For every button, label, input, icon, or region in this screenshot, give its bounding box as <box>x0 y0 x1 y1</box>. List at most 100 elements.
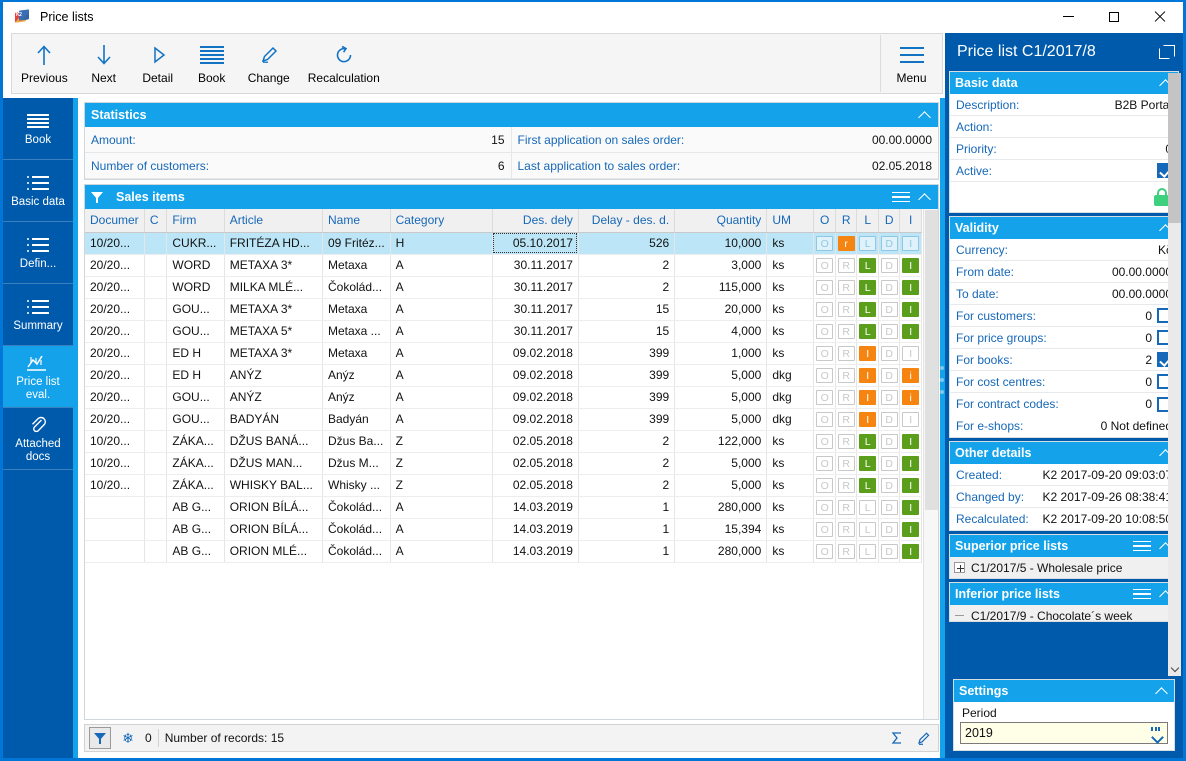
cell-document[interactable]: 20/20... <box>85 408 145 431</box>
cell-delay[interactable]: 399 <box>578 408 676 431</box>
cell-flag-o[interactable]: O <box>813 452 836 475</box>
cell-quantity[interactable]: 10,000 <box>674 232 768 255</box>
cell-name[interactable]: Anýz <box>322 364 391 387</box>
cell-delay[interactable]: 15 <box>578 320 676 343</box>
cell-firm[interactable]: GOU... <box>166 298 225 321</box>
cell-flag-d[interactable]: D <box>878 232 901 255</box>
cell-c[interactable] <box>144 430 168 453</box>
sidebar-item-basic-data[interactable]: Basic data <box>3 160 73 222</box>
cell-um[interactable]: ks <box>766 518 815 541</box>
sidebar-item-summary[interactable]: Summary <box>3 284 73 346</box>
edit-button[interactable] <box>912 727 934 749</box>
cell-c[interactable] <box>144 496 168 519</box>
col-firm[interactable]: Firm <box>166 209 225 233</box>
cell-document[interactable]: 20/20... <box>85 364 145 387</box>
cell-flag-r[interactable]: R <box>835 430 858 453</box>
table-row[interactable]: AB G... ORION BÍLÁ... Čokolád... A 14.03.201… <box>85 518 922 541</box>
cell-flag-d[interactable]: D <box>878 408 901 431</box>
splitter-handle[interactable] <box>940 366 944 394</box>
cell-flag-d[interactable]: D <box>878 518 901 541</box>
hamburger-icon[interactable] <box>1133 588 1151 600</box>
cell-name[interactable]: Metaxa <box>322 298 391 321</box>
table-row[interactable]: AB G... ORION MLÉ... Čokolád... A 14.03.2019… <box>85 540 922 563</box>
grid-scrollbar-thumb[interactable] <box>925 210 938 510</box>
cell-category[interactable]: A <box>390 408 493 431</box>
cell-firm[interactable]: GOU... <box>166 408 225 431</box>
cell-article[interactable]: ANÝZ <box>224 364 324 387</box>
cell-des-dely[interactable]: 14.03.2019 <box>492 496 579 519</box>
cell-flag-l[interactable]: L <box>856 518 879 541</box>
cell-flag-i[interactable]: I <box>899 232 922 255</box>
minimize-button[interactable] <box>1045 2 1091 31</box>
table-row[interactable]: 10/20... ZÁKA... WHISKY BAL... Whisky ... Z 0… <box>85 474 922 497</box>
cell-flag-l[interactable]: I <box>856 408 879 431</box>
cell-flag-i[interactable]: i <box>899 386 922 409</box>
cell-quantity[interactable]: 5,000 <box>674 386 768 409</box>
cell-c[interactable] <box>144 386 168 409</box>
cell-flag-d[interactable]: D <box>878 320 901 343</box>
cell-flag-i[interactable]: I <box>899 254 922 277</box>
cell-quantity[interactable]: 20,000 <box>674 298 768 321</box>
col-category[interactable]: Category <box>390 209 493 233</box>
cell-um[interactable]: ks <box>766 496 815 519</box>
cell-c[interactable] <box>144 254 168 277</box>
cell-c[interactable] <box>144 276 168 299</box>
popout-icon[interactable] <box>1159 45 1175 59</box>
cell-name[interactable]: Badyán <box>322 408 391 431</box>
cell-article[interactable]: METAXA 3* <box>224 254 324 277</box>
col-document[interactable]: Documer <box>85 209 145 233</box>
cell-flag-o[interactable]: O <box>813 408 836 431</box>
sidebar-item-definitions[interactable]: Defin... <box>3 222 73 284</box>
expand-icon[interactable] <box>954 562 965 573</box>
detail-button[interactable]: Detail <box>131 35 185 92</box>
cell-flag-r[interactable]: R <box>835 254 858 277</box>
cell-c[interactable] <box>144 408 168 431</box>
cell-category[interactable]: A <box>390 298 493 321</box>
right-scrollbar-thumb[interactable] <box>1168 73 1181 223</box>
cell-quantity[interactable]: 280,000 <box>674 540 768 563</box>
cell-delay[interactable]: 2 <box>578 254 676 277</box>
cell-firm[interactable]: ED H <box>166 342 225 365</box>
cell-flag-d[interactable]: D <box>878 540 901 563</box>
cell-flag-d[interactable]: D <box>878 298 901 321</box>
cell-delay[interactable]: 2 <box>578 430 676 453</box>
cell-des-dely[interactable]: 09.02.2018 <box>492 408 579 431</box>
cell-category[interactable]: A <box>390 276 493 299</box>
collapse-chevron-icon[interactable] <box>1155 684 1169 698</box>
cell-flag-l[interactable]: I <box>856 342 879 365</box>
cell-article[interactable]: ORION BÍLÁ... <box>224 518 324 541</box>
cell-name[interactable]: Metaxa <box>322 342 391 365</box>
cell-c[interactable] <box>144 298 168 321</box>
cell-document[interactable]: 20/20... <box>85 254 145 277</box>
cell-firm[interactable]: AB G... <box>166 540 225 563</box>
cell-document[interactable]: 20/20... <box>85 342 145 365</box>
cell-flag-o[interactable]: O <box>813 232 836 255</box>
cell-flag-o[interactable]: O <box>813 386 836 409</box>
cell-article[interactable]: WHISKY BAL... <box>224 474 324 497</box>
scroll-down-button[interactable] <box>1168 662 1181 676</box>
cell-article[interactable]: METAXA 5* <box>224 320 324 343</box>
grid-vertical-scrollbar[interactable] <box>923 209 938 719</box>
cell-article[interactable]: METAXA 3* <box>224 342 324 365</box>
cell-quantity[interactable]: 1,000 <box>674 342 768 365</box>
cell-flag-o[interactable]: O <box>813 276 836 299</box>
cell-flag-r[interactable]: R <box>835 320 858 343</box>
period-input[interactable]: 2019 <box>960 722 1168 744</box>
cell-c[interactable] <box>144 320 168 343</box>
cell-flag-r[interactable]: R <box>835 452 858 475</box>
cell-des-dely[interactable]: 05.10.2017 <box>492 232 579 255</box>
cell-quantity[interactable]: 280,000 <box>674 496 768 519</box>
cell-name[interactable]: Čokolád... <box>322 276 391 299</box>
cell-flag-o[interactable]: O <box>813 254 836 277</box>
cell-flag-i[interactable]: I <box>899 430 922 453</box>
sidebar-item-price-list-eval[interactable]: Price list eval. <box>3 346 73 408</box>
cell-flag-i[interactable]: I <box>899 342 922 365</box>
col-article[interactable]: Article <box>224 209 324 233</box>
cell-delay[interactable]: 15 <box>578 298 676 321</box>
col-delay[interactable]: Delay - des. d. <box>578 209 676 233</box>
cell-des-dely[interactable]: 30.11.2017 <box>492 276 579 299</box>
cell-flag-l[interactable]: L <box>856 430 879 453</box>
table-row[interactable]: 20/20... ED H ANÝZ Anýz A 09.02.2018 399 5,000 d… <box>85 364 922 387</box>
cell-flag-r[interactable]: r <box>835 232 858 255</box>
book-button[interactable]: Book <box>185 35 239 92</box>
